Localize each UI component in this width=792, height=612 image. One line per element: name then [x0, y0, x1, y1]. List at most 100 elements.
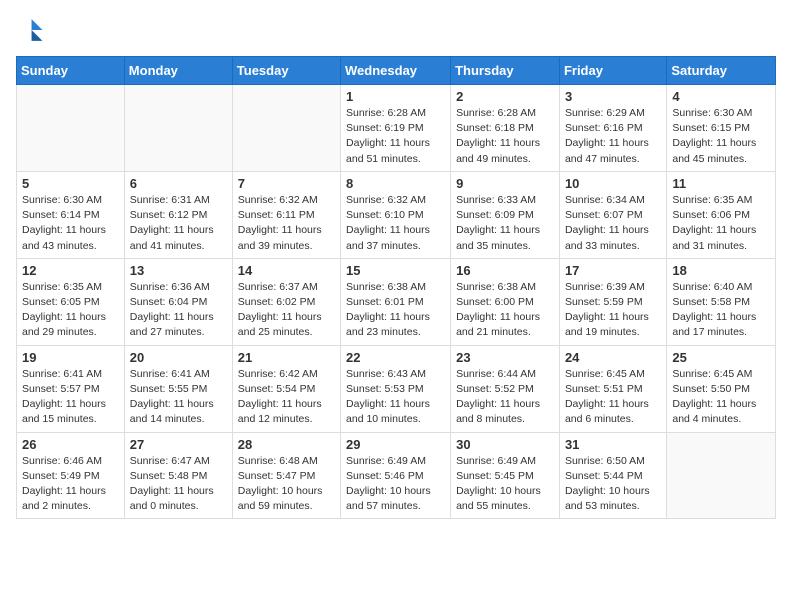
calendar-cell [667, 432, 776, 519]
day-number: 9 [456, 176, 554, 191]
calendar-cell: 21 Sunrise: 6:42 AMSunset: 5:54 PMDayligh… [232, 345, 340, 432]
day-number: 12 [22, 263, 119, 278]
calendar-week-1: 1 Sunrise: 6:28 AMSunset: 6:19 PMDaylight… [17, 85, 776, 172]
day-info: Sunrise: 6:33 AMSunset: 6:09 PMDaylight:… [456, 193, 554, 254]
calendar-cell: 26 Sunrise: 6:46 AMSunset: 5:49 PMDayligh… [17, 432, 125, 519]
calendar-cell: 17 Sunrise: 6:39 AMSunset: 5:59 PMDayligh… [559, 258, 666, 345]
day-info: Sunrise: 6:47 AMSunset: 5:48 PMDaylight:… [130, 454, 227, 515]
weekday-header-thursday: Thursday [451, 57, 560, 85]
weekday-header-wednesday: Wednesday [341, 57, 451, 85]
calendar-week-2: 5Sunrise: 6:30 AMSunset: 6:14 PMDaylight… [17, 171, 776, 258]
day-number: 30 [456, 437, 554, 452]
day-info: Sunrise: 6:28 AMSunset: 6:19 PMDaylight:… [346, 106, 445, 167]
day-info: Sunrise: 6:34 AMSunset: 6:07 PMDaylight:… [565, 193, 661, 254]
calendar-cell [124, 85, 232, 172]
day-number: 11 [672, 176, 770, 191]
day-info: Sunrise: 6:36 AMSunset: 6:04 PMDaylight:… [130, 280, 227, 341]
day-number: 23 [456, 350, 554, 365]
calendar-cell: 23Sunrise: 6:44 AMSunset: 5:52 PMDayligh… [451, 345, 560, 432]
calendar-cell: 3 Sunrise: 6:29 AMSunset: 6:16 PMDaylight… [559, 85, 666, 172]
calendar-cell: 25 Sunrise: 6:45 AMSunset: 5:50 PMDayligh… [667, 345, 776, 432]
day-info: Sunrise: 6:49 AMSunset: 5:46 PMDaylight:… [346, 454, 445, 515]
calendar-cell: 31 Sunrise: 6:50 AMSunset: 5:44 PMDayligh… [559, 432, 666, 519]
day-info: Sunrise: 6:45 AMSunset: 5:50 PMDaylight:… [672, 367, 770, 428]
day-number: 1 [346, 89, 445, 104]
logo [16, 16, 48, 44]
calendar-cell: 15 Sunrise: 6:38 AMSunset: 6:01 PMDayligh… [341, 258, 451, 345]
day-number: 6 [130, 176, 227, 191]
calendar-cell: 29 Sunrise: 6:49 AMSunset: 5:46 PMDayligh… [341, 432, 451, 519]
calendar-cell: 24Sunrise: 6:45 AMSunset: 5:51 PMDayligh… [559, 345, 666, 432]
calendar-table: SundayMondayTuesdayWednesdayThursdayFrid… [16, 56, 776, 519]
calendar-cell: 11 Sunrise: 6:35 AMSunset: 6:06 PMDayligh… [667, 171, 776, 258]
day-info: Sunrise: 6:50 AMSunset: 5:44 PMDaylight:… [565, 454, 661, 515]
day-number: 8 [346, 176, 445, 191]
day-number: 27 [130, 437, 227, 452]
day-number: 13 [130, 263, 227, 278]
calendar-header: SundayMondayTuesdayWednesdayThursdayFrid… [17, 57, 776, 85]
calendar-body: 1 Sunrise: 6:28 AMSunset: 6:19 PMDaylight… [17, 85, 776, 519]
weekday-row: SundayMondayTuesdayWednesdayThursdayFrid… [17, 57, 776, 85]
day-info: Sunrise: 6:35 AMSunset: 6:06 PMDaylight:… [672, 193, 770, 254]
day-number: 20 [130, 350, 227, 365]
calendar-cell: 12 Sunrise: 6:35 AMSunset: 6:05 PMDayligh… [17, 258, 125, 345]
day-number: 18 [672, 263, 770, 278]
day-info: Sunrise: 6:43 AMSunset: 5:53 PMDaylight:… [346, 367, 445, 428]
calendar-cell: 5Sunrise: 6:30 AMSunset: 6:14 PMDaylight… [17, 171, 125, 258]
day-number: 3 [565, 89, 661, 104]
day-info: Sunrise: 6:31 AMSunset: 6:12 PMDaylight:… [130, 193, 227, 254]
day-number: 17 [565, 263, 661, 278]
day-number: 5 [22, 176, 119, 191]
day-number: 25 [672, 350, 770, 365]
day-info: Sunrise: 6:42 AMSunset: 5:54 PMDaylight:… [238, 367, 335, 428]
weekday-header-friday: Friday [559, 57, 666, 85]
day-info: Sunrise: 6:46 AMSunset: 5:49 PMDaylight:… [22, 454, 119, 515]
calendar-cell [17, 85, 125, 172]
calendar-cell: 30 Sunrise: 6:49 AMSunset: 5:45 PMDayligh… [451, 432, 560, 519]
day-number: 24 [565, 350, 661, 365]
day-number: 16 [456, 263, 554, 278]
day-number: 10 [565, 176, 661, 191]
calendar-cell: 13 Sunrise: 6:36 AMSunset: 6:04 PMDayligh… [124, 258, 232, 345]
day-info: Sunrise: 6:49 AMSunset: 5:45 PMDaylight:… [456, 454, 554, 515]
day-number: 28 [238, 437, 335, 452]
weekday-header-saturday: Saturday [667, 57, 776, 85]
day-number: 26 [22, 437, 119, 452]
calendar-cell: 16 Sunrise: 6:38 AMSunset: 6:00 PMDayligh… [451, 258, 560, 345]
day-info: Sunrise: 6:32 AMSunset: 6:10 PMDaylight:… [346, 193, 445, 254]
calendar-cell: 27 Sunrise: 6:47 AMSunset: 5:48 PMDayligh… [124, 432, 232, 519]
day-info: Sunrise: 6:41 AMSunset: 5:57 PMDaylight:… [22, 367, 119, 428]
day-info: Sunrise: 6:29 AMSunset: 6:16 PMDaylight:… [565, 106, 661, 167]
calendar-cell: 28 Sunrise: 6:48 AMSunset: 5:47 PMDayligh… [232, 432, 340, 519]
day-info: Sunrise: 6:39 AMSunset: 5:59 PMDaylight:… [565, 280, 661, 341]
day-info: Sunrise: 6:35 AMSunset: 6:05 PMDaylight:… [22, 280, 119, 341]
calendar-week-4: 19Sunrise: 6:41 AMSunset: 5:57 PMDayligh… [17, 345, 776, 432]
day-info: Sunrise: 6:38 AMSunset: 6:01 PMDaylight:… [346, 280, 445, 341]
day-info: Sunrise: 6:41 AMSunset: 5:55 PMDaylight:… [130, 367, 227, 428]
day-number: 4 [672, 89, 770, 104]
day-info: Sunrise: 6:30 AMSunset: 6:15 PMDaylight:… [672, 106, 770, 167]
calendar-week-3: 12 Sunrise: 6:35 AMSunset: 6:05 PMDayligh… [17, 258, 776, 345]
calendar-cell: 9 Sunrise: 6:33 AMSunset: 6:09 PMDaylight… [451, 171, 560, 258]
calendar-cell: 8 Sunrise: 6:32 AMSunset: 6:10 PMDaylight… [341, 171, 451, 258]
logo-icon [16, 16, 44, 44]
day-info: Sunrise: 6:28 AMSunset: 6:18 PMDaylight:… [456, 106, 554, 167]
page-header [16, 16, 776, 44]
day-info: Sunrise: 6:40 AMSunset: 5:58 PMDaylight:… [672, 280, 770, 341]
calendar-cell: 10 Sunrise: 6:34 AMSunset: 6:07 PMDayligh… [559, 171, 666, 258]
calendar-cell: 6 Sunrise: 6:31 AMSunset: 6:12 PMDaylight… [124, 171, 232, 258]
day-info: Sunrise: 6:37 AMSunset: 6:02 PMDaylight:… [238, 280, 335, 341]
day-number: 15 [346, 263, 445, 278]
calendar-cell [232, 85, 340, 172]
day-number: 29 [346, 437, 445, 452]
day-info: Sunrise: 6:38 AMSunset: 6:00 PMDaylight:… [456, 280, 554, 341]
day-number: 2 [456, 89, 554, 104]
calendar-cell: 19Sunrise: 6:41 AMSunset: 5:57 PMDayligh… [17, 345, 125, 432]
weekday-header-tuesday: Tuesday [232, 57, 340, 85]
day-number: 22 [346, 350, 445, 365]
day-number: 31 [565, 437, 661, 452]
calendar-cell: 1 Sunrise: 6:28 AMSunset: 6:19 PMDaylight… [341, 85, 451, 172]
day-info: Sunrise: 6:48 AMSunset: 5:47 PMDaylight:… [238, 454, 335, 515]
day-number: 21 [238, 350, 335, 365]
calendar-cell: 22 Sunrise: 6:43 AMSunset: 5:53 PMDayligh… [341, 345, 451, 432]
